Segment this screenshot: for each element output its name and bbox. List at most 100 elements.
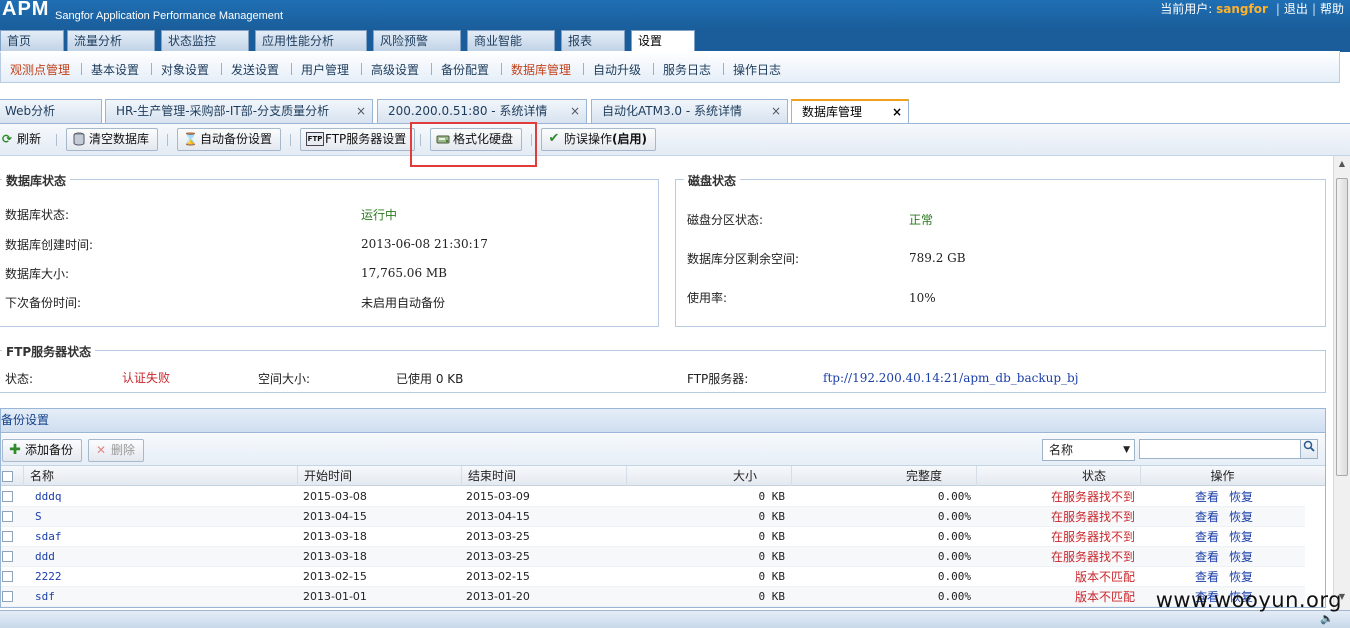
protect-state: (启用) — [612, 132, 647, 146]
subnav-send[interactable]: 发送设置 — [231, 61, 279, 78]
restore-link[interactable]: 恢复 — [1229, 547, 1253, 567]
column-start-time[interactable]: 开始时间 — [297, 466, 461, 486]
subnav-operation-log[interactable]: 操作日志 — [733, 61, 781, 78]
column-name[interactable]: 名称 — [23, 466, 297, 486]
backup-name[interactable]: ddd — [35, 547, 55, 567]
subnav-advanced[interactable]: 高级设置 — [371, 61, 419, 78]
clear-db-button[interactable]: 清空数据库 — [66, 128, 159, 151]
next-backup-value: 未启用自动备份 — [361, 296, 446, 310]
auto-backup-label: 自动备份设置 — [200, 132, 273, 146]
column-status[interactable]: 状态 — [976, 466, 1140, 486]
row-checkbox[interactable] — [2, 491, 13, 502]
delete-backup-button[interactable]: ✕ 删除 — [88, 439, 145, 462]
ftp-status-panel: FTP服务器状态 状态: 认证失败 空间大小: 已使用 0 KB FTP服务器:… — [0, 343, 1326, 393]
logout-link[interactable]: 退出 — [1284, 2, 1308, 16]
subnav-users[interactable]: 用户管理 — [301, 61, 349, 78]
view-link[interactable]: 查看 — [1195, 487, 1219, 507]
refresh-button[interactable]: ⟳ 刷新 — [0, 128, 50, 151]
table-row[interactable]: dddq 2015-03-08 2015-03-09 0 KB 0.00% 在服务器找不到… — [1, 487, 1305, 507]
subnav-auto-upgrade[interactable]: 自动升级 — [593, 61, 641, 78]
table-row[interactable]: sdf 2013-01-01 2013-01-20 0 KB 0.00% 版本不匹配 查看恢… — [1, 587, 1305, 607]
tab-hr-quality[interactable]: HR-生产管理-采购部-IT部-分支质量分析 × — [105, 99, 373, 123]
speaker-icon[interactable]: 🔈 — [1320, 612, 1334, 625]
subnav-observation[interactable]: 观测点管理 — [10, 61, 70, 78]
restore-link[interactable]: 恢复 — [1229, 567, 1253, 587]
vertical-scrollbar[interactable]: ▲ ▼ — [1333, 156, 1350, 610]
divider — [501, 63, 502, 75]
tab-system-detail-1[interactable]: 200.200.0.51:80 - 系统详情 × — [377, 99, 587, 123]
main-nav-reports[interactable]: 报表 — [561, 30, 625, 52]
close-icon[interactable]: × — [892, 101, 902, 123]
add-backup-button[interactable]: ✚ 添加备份 — [2, 439, 83, 462]
tab-db-management[interactable]: 数据库管理 × — [791, 99, 909, 123]
table-row[interactable]: 2222 2013-02-15 2013-02-15 0 KB 0.00% 版本不匹配 查看… — [1, 567, 1305, 587]
search-input[interactable] — [1139, 439, 1301, 459]
backup-start: 2013-02-15 — [303, 570, 367, 583]
backup-end: 2015-03-09 — [466, 490, 530, 503]
backup-integrity: 0.00% — [937, 590, 971, 603]
page-tabs: Web分析 HR-生产管理-采购部-IT部-分支质量分析 × 200.200.0… — [0, 95, 1350, 124]
close-icon[interactable]: × — [771, 100, 781, 122]
username: sangfor — [1216, 2, 1268, 16]
divider — [56, 134, 57, 146]
subnav-service-log[interactable]: 服务日志 — [663, 61, 711, 78]
view-link[interactable]: 查看 — [1195, 567, 1219, 587]
view-link[interactable]: 查看 — [1195, 547, 1219, 567]
backup-name[interactable]: dddq — [35, 487, 62, 507]
row-checkbox[interactable] — [2, 571, 13, 582]
main-nav-risk[interactable]: 风险预警 — [373, 30, 461, 52]
help-link[interactable]: 帮助 — [1320, 2, 1344, 16]
divider — [583, 63, 584, 75]
scrollbar-thumb[interactable] — [1336, 178, 1348, 476]
divider: | — [1311, 2, 1316, 16]
ftp-server-label: FTP服务器: — [687, 372, 749, 386]
backup-name[interactable]: 2222 — [35, 567, 62, 587]
hourglass-icon: ⌛ — [183, 132, 198, 146]
row-checkbox[interactable] — [2, 551, 13, 562]
table-row[interactable]: S 2013-04-15 2013-04-15 0 KB 0.00% 在服务器找不到 查看恢… — [1, 507, 1305, 527]
main-nav-home[interactable]: 首页 — [0, 30, 64, 52]
backup-name[interactable]: S — [35, 507, 42, 527]
backup-name[interactable]: sdaf — [35, 527, 62, 547]
main-nav-settings[interactable]: 设置 — [631, 30, 695, 52]
row-checkbox[interactable] — [2, 511, 13, 522]
column-integrity[interactable]: 完整度 — [791, 466, 976, 486]
main-nav-traffic[interactable]: 流量分析 — [67, 30, 155, 52]
main-nav-monitor[interactable]: 状态监控 — [161, 30, 249, 52]
backup-name[interactable]: sdf — [35, 587, 55, 607]
scroll-up-icon[interactable]: ▲ — [1336, 159, 1348, 173]
row-checkbox[interactable] — [2, 591, 13, 602]
subnav-backup-config[interactable]: 备份配置 — [441, 61, 489, 78]
restore-link[interactable]: 恢复 — [1229, 527, 1253, 547]
restore-link[interactable]: 恢复 — [1229, 487, 1253, 507]
subnav-object[interactable]: 对象设置 — [161, 61, 209, 78]
auto-backup-button[interactable]: ⌛ 自动备份设置 — [177, 128, 282, 151]
view-link[interactable]: 查看 — [1195, 527, 1219, 547]
close-icon[interactable]: × — [356, 100, 366, 122]
ftp-server-link[interactable]: ftp://192.200.40.14:21/apm_db_backup_bj — [823, 371, 1078, 385]
divider — [221, 63, 222, 75]
search-field-select[interactable]: 名称 ▼ — [1042, 439, 1135, 461]
subnav-basic[interactable]: 基本设置 — [91, 61, 139, 78]
divider — [290, 134, 291, 146]
tab-system-detail-2[interactable]: 自动化ATM3.0 - 系统详情 × — [591, 99, 788, 123]
column-end-time[interactable]: 结束时间 — [461, 466, 626, 486]
chevron-down-icon: ▼ — [1123, 445, 1130, 455]
tab-web-analysis[interactable]: Web分析 — [0, 99, 102, 123]
app-header: APM Sangfor Application Performance Mana… — [0, 0, 1350, 30]
row-checkbox[interactable] — [2, 531, 13, 542]
view-link[interactable]: 查看 — [1195, 507, 1219, 527]
main-nav-bi[interactable]: 商业智能 — [467, 30, 555, 52]
restore-link[interactable]: 恢复 — [1229, 507, 1253, 527]
subnav-db-management[interactable]: 数据库管理 — [511, 61, 571, 78]
select-all-checkbox[interactable] — [2, 471, 13, 482]
ftp-settings-button[interactable]: FTP FTP服务器设置 — [300, 128, 416, 151]
search-icon[interactable] — [1300, 439, 1318, 459]
column-size[interactable]: 大小 — [626, 466, 791, 486]
close-icon[interactable]: × — [570, 100, 580, 122]
table-row[interactable]: sdaf 2013-03-18 2013-03-25 0 KB 0.00% 在服务器找不到… — [1, 527, 1305, 547]
protect-toggle-button[interactable]: ✔ 防误操作(启用) — [541, 128, 656, 151]
delete-icon: ✕ — [95, 443, 107, 457]
table-row[interactable]: ddd 2013-03-18 2013-03-25 0 KB 0.00% 在服务器找不到 查… — [1, 547, 1305, 567]
main-nav-app-perf[interactable]: 应用性能分析 — [255, 30, 367, 52]
